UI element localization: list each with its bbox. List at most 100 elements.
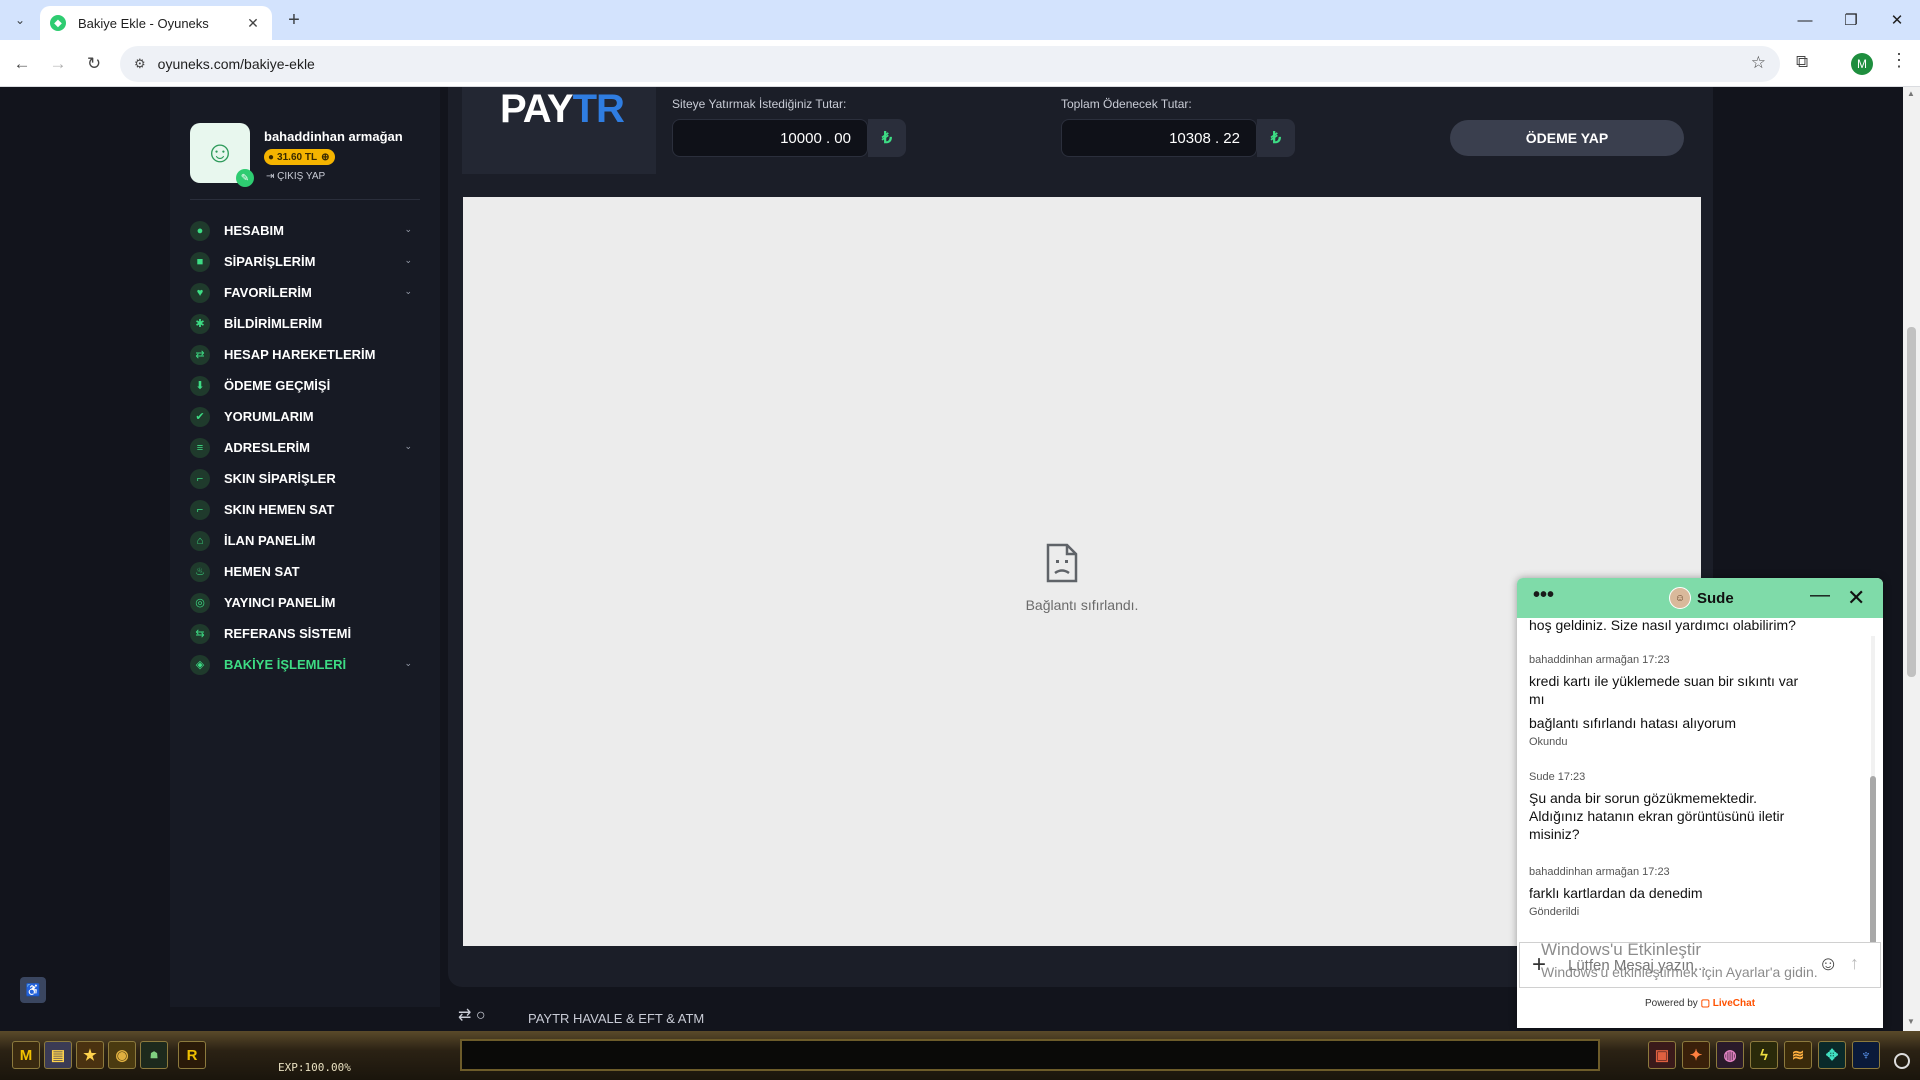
game-cart-icon[interactable]: ▤ [44, 1041, 72, 1069]
livechat-brand: ▢ LiveChat [1700, 998, 1756, 1009]
chat-close-icon[interactable]: ✕ [1847, 585, 1865, 611]
game-m-icon[interactable]: M [12, 1041, 40, 1069]
clock-icon[interactable] [1894, 1053, 1910, 1069]
reload-icon[interactable]: ↻ [80, 50, 108, 78]
browser-menu-icon[interactable]: ⋮ [1890, 50, 1908, 71]
pay-button[interactable]: ÖDEME YAP [1450, 120, 1684, 156]
back-icon[interactable]: ← [8, 50, 36, 78]
skill-icon-5[interactable]: ≋ [1784, 1041, 1812, 1069]
tab-search-chevron-icon[interactable]: ⌄ [8, 8, 32, 32]
sidebar-item-5[interactable]: ⬇ ÖDEME GEÇMİŞİ [190, 370, 420, 401]
logout-link[interactable]: ⇥ ÇIKIŞ YAP [266, 171, 325, 182]
chevron-down-icon[interactable]: ⌄ [404, 658, 412, 669]
message-status: Gönderildi [1529, 906, 1580, 918]
user-avatar[interactable]: ☺ ✎ [190, 123, 254, 187]
edit-avatar-icon[interactable]: ✎ [236, 169, 254, 187]
deposit-amount-input[interactable]: 10000 . 00 [672, 119, 868, 157]
skill-icon-2[interactable]: ✦ [1682, 1041, 1710, 1069]
exp-readout: EXP:100.00% [278, 1061, 351, 1074]
minimize-window-icon[interactable]: — [1782, 0, 1828, 40]
forward-icon[interactable]: → [44, 50, 72, 78]
heart-icon: ♥ [190, 282, 210, 303]
scroll-down-icon[interactable]: ▼ [1907, 1017, 1915, 1026]
chat-minimize-icon[interactable]: — [1810, 584, 1830, 607]
message-text: hoş geldiniz. Size nasıl yardımcı olabil… [1529, 618, 1796, 633]
message-status: Okundu [1529, 736, 1568, 748]
sidebar-item-9[interactable]: ⌐ SKIN HEMEN SAT [190, 494, 420, 525]
browser-tab-strip: ⌄ ◆ Bakiye Ekle - Oyuneks ✕ + — ❐ ✕ [0, 0, 1920, 40]
browser-tab[interactable]: ◆ Bakiye Ekle - Oyuneks ✕ [40, 6, 272, 40]
skill-icon-7[interactable]: ♆ [1852, 1041, 1880, 1069]
site-favicon-icon: ◆ [50, 15, 66, 31]
chat-menu-icon[interactable]: ••• [1533, 584, 1554, 607]
sidebar-item-7[interactable]: ≡ ADRESLERİM ⌄ [190, 432, 420, 463]
total-label: Toplam Ödenecek Tutar: [1061, 97, 1192, 111]
deposit-label: Siteye Yatırmak İstediğiniz Tutar: [672, 97, 847, 111]
message-text: farklı kartlardan da denedim [1529, 885, 1703, 901]
sidebar-item-8[interactable]: ⌐ SKIN SİPARİŞLER [190, 463, 420, 494]
sidebar-item-label: HEMEN SAT [224, 564, 300, 579]
next-payment-option[interactable]: ⇄ ○ PAYTR HAVALE & EFT & ATM [448, 999, 1548, 1031]
skill-icon-6[interactable]: ✥ [1818, 1041, 1846, 1069]
chevron-down-icon[interactable]: ⌄ [404, 224, 412, 235]
sidebar-item-label: REFERANS SİSTEMİ [224, 626, 352, 641]
page-scrollbar-thumb[interactable] [1907, 327, 1916, 677]
paytr-logo-tr: TR [572, 87, 625, 131]
livechat-widget: ••• ☺ Sude — ✕ hoş geldiniz. Size nasıl … [1517, 578, 1883, 1028]
sidebar-item-label: ADRESLERİM [224, 440, 310, 455]
sidebar-item-13[interactable]: ⇆ REFERANS SİSTEMİ [190, 618, 420, 649]
sidebar-item-10[interactable]: ⌂ İLAN PANELİM [190, 525, 420, 556]
agent-name: Sude [1697, 590, 1734, 607]
sidebar-item-label: HESAP HAREKETLERİM [224, 347, 376, 362]
accessibility-icon[interactable]: ♿ [20, 977, 46, 1003]
agent-greeting: hoş geldiniz. Size nasıl yardımcı olabil… [1529, 618, 1829, 634]
game-star-icon[interactable]: ★ [76, 1041, 104, 1069]
chat-message: bahaddinhan armağan 17:23 farklı kartlar… [1529, 866, 1829, 918]
tab-close-icon[interactable]: ✕ [244, 15, 262, 32]
skill-icon-1[interactable]: ▣ [1648, 1041, 1676, 1069]
extensions-icon[interactable]: ⧉ [1796, 52, 1808, 72]
total-amount-field: 10308 . 22 [1061, 119, 1257, 157]
sidebar-item-0[interactable]: ● HESABIM ⌄ [190, 215, 420, 246]
page-scrollbar[interactable]: ▲ ▼ [1903, 87, 1920, 1031]
sidebar-divider [190, 199, 420, 200]
sidebar-item-3[interactable]: ✱ BİLDİRİMLERİM [190, 308, 420, 339]
sidebar-item-1[interactable]: ■ SİPARİŞLERİM ⌄ [190, 246, 420, 277]
game-shield-icon[interactable]: ◉ [108, 1041, 136, 1069]
chevron-down-icon[interactable]: ⌄ [404, 255, 412, 266]
sidebar-item-6[interactable]: ✔ YORUMLARIM [190, 401, 420, 432]
sidebar-item-2[interactable]: ♥ FAVORİLERİM ⌄ [190, 277, 420, 308]
close-window-icon[interactable]: ✕ [1874, 0, 1920, 40]
chat-scrollbar[interactable] [1869, 626, 1877, 946]
restore-window-icon[interactable]: ❐ [1828, 0, 1874, 40]
broken-page-icon [1046, 543, 1078, 583]
message-text: Şu anda bir sorun gözükmemektedir. [1529, 790, 1758, 806]
skill-icon-3[interactable]: ◍ [1716, 1041, 1744, 1069]
emoji-icon[interactable]: ☺ [1818, 953, 1838, 976]
sidebar-item-11[interactable]: ♨ HEMEN SAT [190, 556, 420, 587]
profile-avatar[interactable]: M [1851, 53, 1873, 75]
url-text[interactable]: oyuneks.com/bakiye-ekle [158, 56, 315, 72]
message-text: bağlantı sıfırlandı hatası alıyorum [1529, 715, 1736, 731]
total-currency-icon: ₺ [1257, 119, 1295, 157]
chevron-down-icon[interactable]: ⌄ [404, 286, 412, 297]
account-sidebar: ☺ ✎ bahaddinhan armağan ● 31.60 TL ⊕ ⇥ Ç… [170, 87, 440, 1007]
chevron-down-icon[interactable]: ⌄ [404, 441, 412, 452]
bookmark-star-icon[interactable]: ☆ [1751, 53, 1766, 73]
sidebar-item-4[interactable]: ⇄ HESAP HAREKETLERİM [190, 339, 420, 370]
powered-by-livechat[interactable]: Powered by ▢ LiveChat [1517, 998, 1883, 1009]
game-clan-icon[interactable]: ☗ [140, 1041, 168, 1069]
scroll-up-icon[interactable]: ▲ [1907, 89, 1915, 98]
skill-icon-4[interactable]: ϟ [1750, 1041, 1778, 1069]
send-icon[interactable]: ↑ [1850, 953, 1859, 974]
message-text: Aldığınız hatanın ekran görüntüsünü ilet… [1529, 808, 1785, 824]
new-tab-icon[interactable]: + [282, 8, 306, 32]
address-bar[interactable]: ⚙ oyuneks.com/bakiye-ekle ☆ [120, 46, 1780, 82]
chat-scrollbar-thumb[interactable] [1870, 776, 1876, 946]
store-icon: ⌂ [190, 530, 210, 551]
site-info-icon[interactable]: ⚙ [134, 56, 146, 72]
add-balance-icon[interactable]: ⊕ [321, 152, 329, 163]
game-r-icon[interactable]: R [178, 1041, 206, 1069]
sidebar-item-12[interactable]: ◎ YAYINCI PANELİM [190, 587, 420, 618]
sidebar-item-14[interactable]: ◈ BAKİYE İŞLEMLERİ ⌄ [190, 649, 420, 680]
